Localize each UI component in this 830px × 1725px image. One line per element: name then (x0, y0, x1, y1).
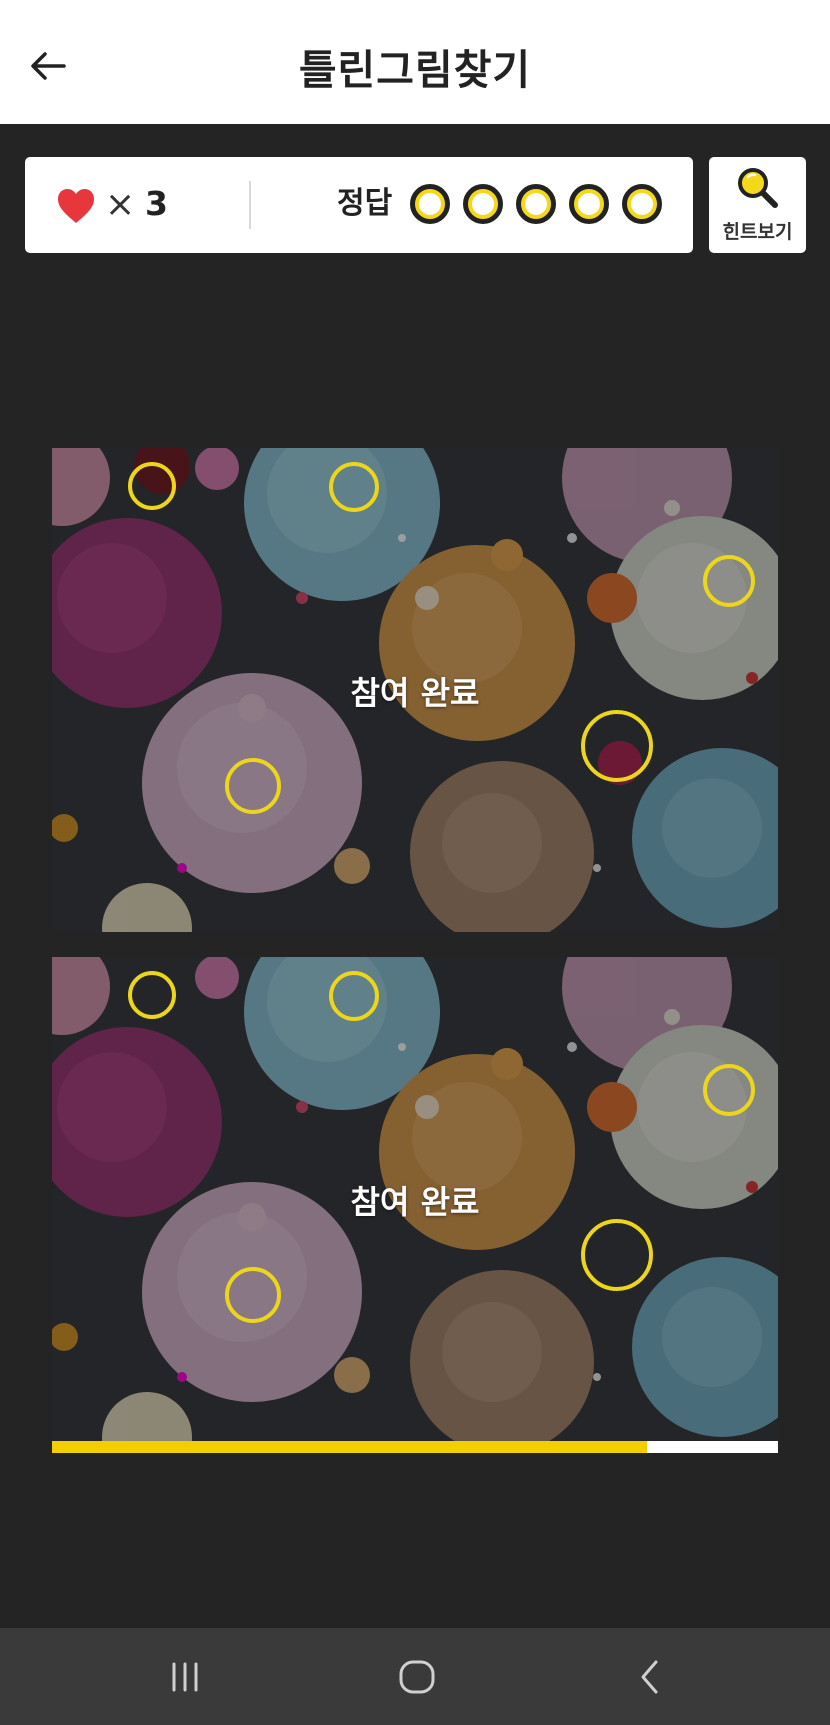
status-divider (249, 181, 251, 229)
answer-slots (410, 184, 662, 224)
system-nav-bar (0, 1628, 830, 1725)
found-marker (581, 710, 653, 782)
hint-button[interactable]: 힌트보기 (709, 157, 806, 253)
recent-apps-icon (172, 1662, 198, 1692)
found-marker (225, 1267, 281, 1323)
found-marker (329, 462, 379, 512)
nav-back-button[interactable] (615, 1656, 685, 1698)
found-marker (128, 971, 176, 1019)
timer-bar (52, 1441, 778, 1453)
answer-slot (569, 184, 609, 224)
nav-back-icon (641, 1660, 658, 1694)
puzzle-image-original[interactable]: 참여 완료 (52, 448, 778, 932)
recent-apps-button[interactable] (150, 1656, 220, 1698)
found-marker (128, 462, 176, 510)
found-marker (581, 1219, 653, 1291)
found-marker (329, 971, 379, 1021)
answer-slot (516, 184, 556, 224)
answer-slot (463, 184, 503, 224)
timer-bar-fill (52, 1441, 648, 1453)
game-status-bar: × 3 정답 (25, 157, 693, 253)
lives-count: 3 (145, 184, 168, 223)
home-button[interactable] (382, 1656, 452, 1698)
heart-icon (58, 189, 94, 223)
app-header: 틀린그림찾기 (0, 0, 830, 124)
answer-label: 정답 (337, 186, 393, 221)
found-marker (703, 1064, 755, 1116)
answer-slot (622, 184, 662, 224)
puzzle-image-modified[interactable]: 참여 완료 (52, 957, 778, 1441)
page-title: 틀린그림찾기 (298, 46, 532, 94)
hint-label: 힌트보기 (722, 221, 793, 243)
times-symbol: × (105, 184, 136, 225)
participation-complete-text: 참여 완료 (350, 674, 480, 712)
home-icon (399, 1660, 435, 1694)
participation-complete-text: 참여 완료 (350, 1183, 480, 1221)
found-marker (703, 555, 755, 607)
answer-slot (410, 184, 450, 224)
found-marker (225, 758, 281, 814)
magnifier-icon (738, 168, 778, 208)
